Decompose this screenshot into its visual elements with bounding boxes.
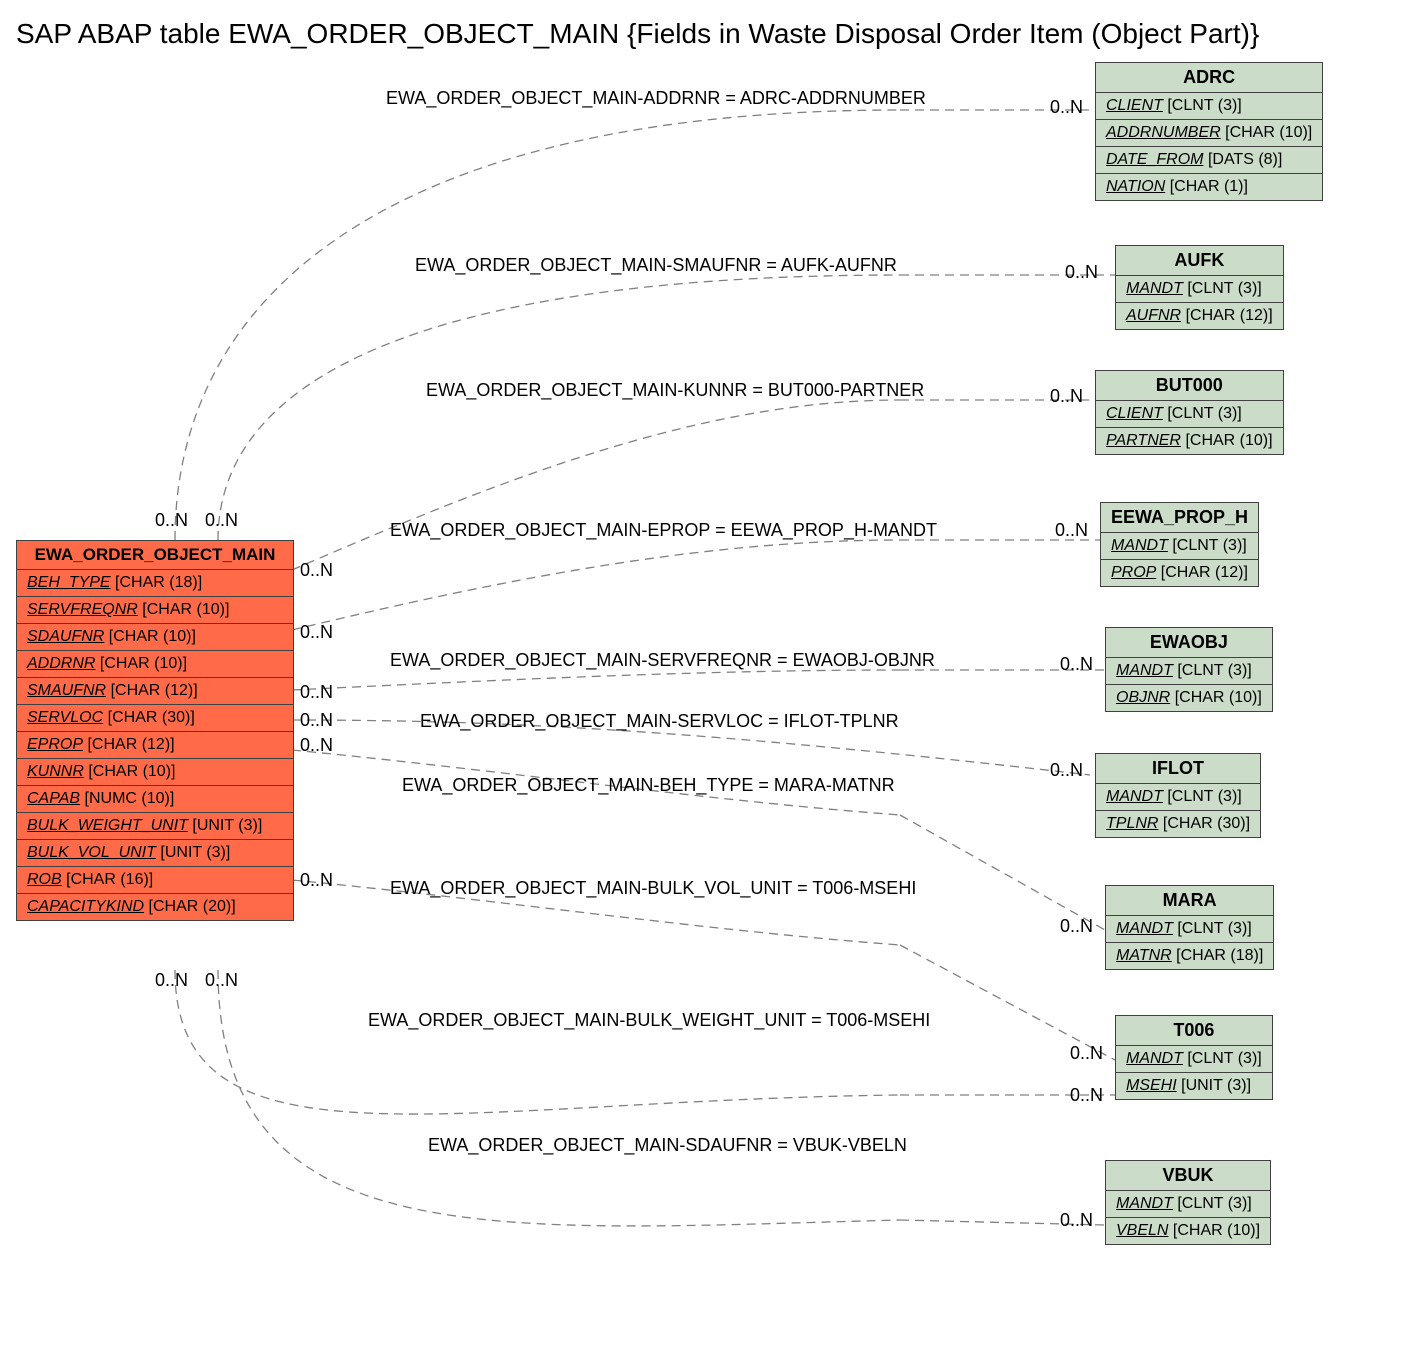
table-row: CAPAB [NUMC (10)]	[17, 786, 293, 813]
card-t006b: 0..N	[1070, 1085, 1103, 1106]
entity-header: IFLOT	[1096, 754, 1260, 784]
entity-aufk: AUFK MANDT [CLNT (3)] AUFNR [CHAR (12)]	[1115, 245, 1284, 330]
entity-ewaobj: EWAOBJ MANDT [CLNT (3)] OBJNR [CHAR (10)…	[1105, 627, 1273, 712]
table-row: PARTNER [CHAR (10)]	[1096, 428, 1283, 454]
entity-main-header: EWA_ORDER_OBJECT_MAIN	[17, 541, 293, 570]
entity-header: MARA	[1106, 886, 1273, 916]
card-but000: 0..N	[1050, 386, 1083, 407]
diagram-canvas: SAP ABAP table EWA_ORDER_OBJECT_MAIN {Fi…	[0, 0, 1411, 1350]
entity-header: EEWA_PROP_H	[1101, 503, 1258, 533]
table-row: MANDT [CLNT (3)]	[1106, 658, 1272, 685]
card-aufk: 0..N	[1065, 262, 1098, 283]
entity-header: ADRC	[1096, 63, 1322, 93]
table-row: OBJNR [CHAR (10)]	[1106, 685, 1272, 711]
entity-main: EWA_ORDER_OBJECT_MAIN BEH_TYPE [CHAR (18…	[16, 540, 294, 921]
card-ewaobj: 0..N	[1060, 654, 1093, 675]
edge-mara-tail	[900, 815, 1105, 930]
edge-label-vbuk: EWA_ORDER_OBJECT_MAIN-SDAUFNR = VBUK-VBE…	[428, 1135, 907, 1156]
card-eewa: 0..N	[1055, 520, 1088, 541]
card-main-bot-2: 0..N	[205, 970, 238, 991]
card-main-r1: 0..N	[300, 560, 333, 581]
card-main-r3: 0..N	[300, 682, 333, 703]
card-main-r2: 0..N	[300, 622, 333, 643]
edge-label-mara: EWA_ORDER_OBJECT_MAIN-BEH_TYPE = MARA-MA…	[402, 775, 895, 796]
table-row: TPLNR [CHAR (30)]	[1096, 811, 1260, 837]
entity-header: AUFK	[1116, 246, 1283, 276]
table-row: SERVFREQNR [CHAR (10)]	[17, 597, 293, 624]
table-row: MANDT [CLNT (3)]	[1101, 533, 1258, 560]
table-row: MATNR [CHAR (18)]	[1106, 943, 1273, 969]
entity-iflot: IFLOT MANDT [CLNT (3)] TPLNR [CHAR (30)]	[1095, 753, 1261, 838]
table-row: VBELN [CHAR (10)]	[1106, 1218, 1270, 1244]
table-row: NATION [CHAR (1)]	[1096, 174, 1322, 200]
table-row: MSEHI [UNIT (3)]	[1116, 1073, 1272, 1099]
table-row: DATE_FROM [DATS (8)]	[1096, 147, 1322, 174]
edge-label-ewaobj: EWA_ORDER_OBJECT_MAIN-SERVFREQNR = EWAOB…	[390, 650, 935, 671]
edge-but000	[292, 400, 900, 570]
entity-t006: T006 MANDT [CLNT (3)] MSEHI [UNIT (3)]	[1115, 1015, 1273, 1100]
table-row: MANDT [CLNT (3)]	[1106, 916, 1273, 943]
edge-vbuk	[218, 970, 900, 1226]
edge-label-iflot: EWA_ORDER_OBJECT_MAIN-SERVLOC = IFLOT-TP…	[420, 711, 899, 732]
card-t006a: 0..N	[1070, 1043, 1103, 1064]
edge-adrc	[175, 110, 900, 540]
edge-eewa	[292, 540, 900, 630]
diagram-title: SAP ABAP table EWA_ORDER_OBJECT_MAIN {Fi…	[16, 18, 1259, 50]
table-row: MANDT [CLNT (3)]	[1116, 1046, 1272, 1073]
card-mara: 0..N	[1060, 916, 1093, 937]
table-row: ADDRNUMBER [CHAR (10)]	[1096, 120, 1322, 147]
table-row: CLIENT [CLNT (3)]	[1096, 401, 1283, 428]
entity-but000: BUT000 CLIENT [CLNT (3)] PARTNER [CHAR (…	[1095, 370, 1284, 455]
table-row: ROB [CHAR (16)]	[17, 867, 293, 894]
card-main-top-2: 0..N	[205, 510, 238, 531]
entity-header: BUT000	[1096, 371, 1283, 401]
table-row: MANDT [CLNT (3)]	[1096, 784, 1260, 811]
entity-header: VBUK	[1106, 1161, 1270, 1191]
entity-eewa: EEWA_PROP_H MANDT [CLNT (3)] PROP [CHAR …	[1100, 502, 1259, 587]
card-vbuk: 0..N	[1060, 1210, 1093, 1231]
table-row: MANDT [CLNT (3)]	[1116, 276, 1283, 303]
entity-header: EWAOBJ	[1106, 628, 1272, 658]
edge-ewaobj	[292, 670, 900, 690]
edge-t006-weight	[175, 970, 900, 1114]
table-row: ADDRNR [CHAR (10)]	[17, 651, 293, 678]
card-main-top-1: 0..N	[155, 510, 188, 531]
table-row: SDAUFNR [CHAR (10)]	[17, 624, 293, 651]
table-row: CAPACITYKIND [CHAR (20)]	[17, 894, 293, 920]
card-main-r5: 0..N	[300, 735, 333, 756]
table-row: PROP [CHAR (12)]	[1101, 560, 1258, 586]
edge-label-t006w: EWA_ORDER_OBJECT_MAIN-BULK_WEIGHT_UNIT =…	[368, 1010, 930, 1031]
entity-mara: MARA MANDT [CLNT (3)] MATNR [CHAR (18)]	[1105, 885, 1274, 970]
entity-header: T006	[1116, 1016, 1272, 1046]
entity-vbuk: VBUK MANDT [CLNT (3)] VBELN [CHAR (10)]	[1105, 1160, 1271, 1245]
card-iflot: 0..N	[1050, 760, 1083, 781]
card-adrc: 0..N	[1050, 97, 1083, 118]
table-row: BULK_VOL_UNIT [UNIT (3)]	[17, 840, 293, 867]
table-row: SMAUFNR [CHAR (12)]	[17, 678, 293, 705]
entity-adrc: ADRC CLIENT [CLNT (3)] ADDRNUMBER [CHAR …	[1095, 62, 1323, 201]
table-row: EPROP [CHAR (12)]	[17, 732, 293, 759]
table-row: BEH_TYPE [CHAR (18)]	[17, 570, 293, 597]
card-main-r4: 0..N	[300, 710, 333, 731]
table-row: KUNNR [CHAR (10)]	[17, 759, 293, 786]
edge-label-aufk: EWA_ORDER_OBJECT_MAIN-SMAUFNR = AUFK-AUF…	[415, 255, 897, 276]
edge-label-eewa: EWA_ORDER_OBJECT_MAIN-EPROP = EEWA_PROP_…	[390, 520, 937, 541]
card-main-r6: 0..N	[300, 870, 333, 891]
edge-label-but000: EWA_ORDER_OBJECT_MAIN-KUNNR = BUT000-PAR…	[426, 380, 924, 401]
edge-label-adrc: EWA_ORDER_OBJECT_MAIN-ADDRNR = ADRC-ADDR…	[386, 88, 926, 109]
table-row: SERVLOC [CHAR (30)]	[17, 705, 293, 732]
edge-aufk	[218, 275, 900, 540]
table-row: BULK_WEIGHT_UNIT [UNIT (3)]	[17, 813, 293, 840]
table-row: AUFNR [CHAR (12)]	[1116, 303, 1283, 329]
edge-label-t006v: EWA_ORDER_OBJECT_MAIN-BULK_VOL_UNIT = T0…	[390, 878, 916, 899]
table-row: CLIENT [CLNT (3)]	[1096, 93, 1322, 120]
table-row: MANDT [CLNT (3)]	[1106, 1191, 1270, 1218]
card-main-bot-1: 0..N	[155, 970, 188, 991]
